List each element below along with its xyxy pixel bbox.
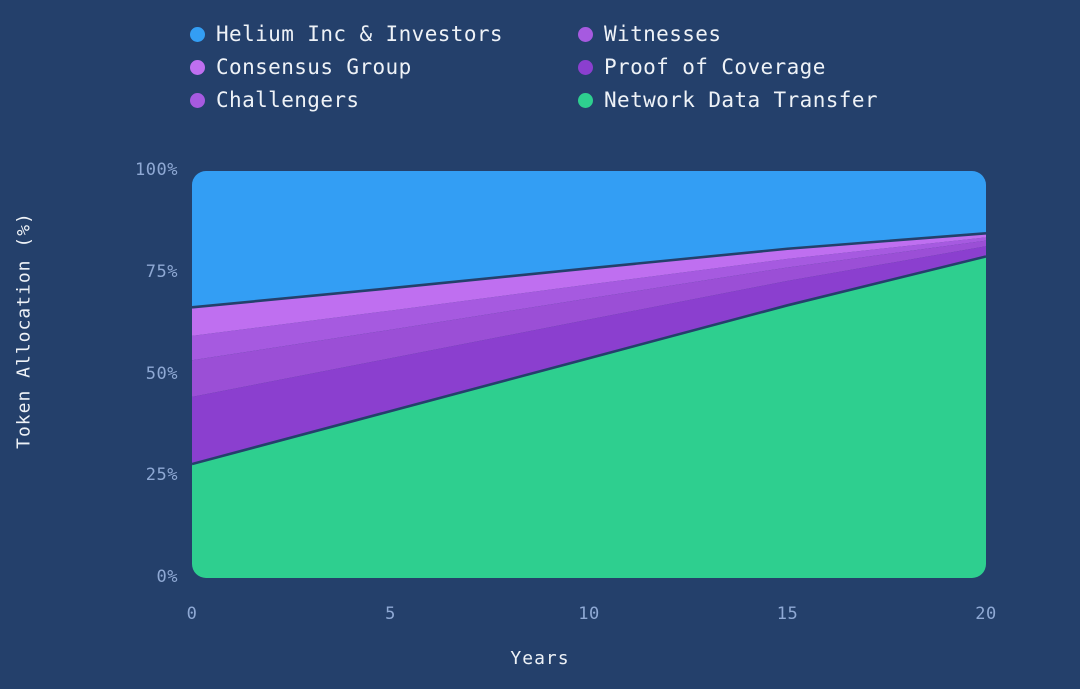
- x-axis-tick-label: 10: [578, 604, 600, 624]
- y-axis-tick-label: 75%: [145, 261, 178, 282]
- legend-item[interactable]: Challengers: [190, 90, 359, 111]
- legend-item-label: Proof of Coverage: [604, 55, 826, 79]
- legend-item-label: Helium Inc & Investors: [216, 22, 503, 46]
- y-axis-tick-label: 0%: [156, 567, 178, 587]
- legend-item[interactable]: Proof of Coverage: [578, 57, 826, 78]
- legend-swatch-icon: [190, 60, 205, 75]
- y-axis-title: Token Allocation (%): [13, 212, 35, 449]
- x-axis-tick-label: 15: [776, 604, 799, 624]
- x-axis-tick-label: 20: [975, 604, 997, 624]
- y-axis-tick-label: 25%: [145, 465, 178, 486]
- y-axis-tick-label: 100%: [135, 160, 178, 180]
- legend-swatch-icon: [578, 60, 593, 75]
- legend-item[interactable]: Witnesses: [578, 24, 721, 45]
- legend-swatch-icon: [190, 93, 205, 108]
- plot-area: [192, 171, 986, 578]
- y-axis-ticks: 0% 25% 50% 75% 100%: [46, 0, 178, 689]
- legend-item-label: Challengers: [216, 88, 360, 112]
- x-axis-title: Years: [510, 648, 570, 669]
- legend-item[interactable]: Helium Inc & Investors: [190, 24, 503, 45]
- legend-item-label: Consensus Group: [216, 55, 412, 79]
- legend-item[interactable]: Network Data Transfer: [578, 90, 878, 111]
- legend-swatch-icon: [578, 27, 593, 42]
- stacked-area-svg: [192, 171, 986, 578]
- token-allocation-area-chart: Helium Inc & Investors Consensus Group Cha…: [0, 0, 1080, 689]
- legend-item[interactable]: Consensus Group: [190, 57, 412, 78]
- legend-swatch-icon: [578, 93, 593, 108]
- x-axis-tick-label: 0: [186, 604, 198, 624]
- y-axis-tick-label: 50%: [145, 363, 178, 384]
- legend-item-label: Network Data Transfer: [604, 88, 878, 112]
- legend-swatch-icon: [190, 27, 205, 42]
- x-axis-tick-label: 5: [385, 604, 396, 624]
- legend-item-label: Witnesses: [604, 22, 722, 46]
